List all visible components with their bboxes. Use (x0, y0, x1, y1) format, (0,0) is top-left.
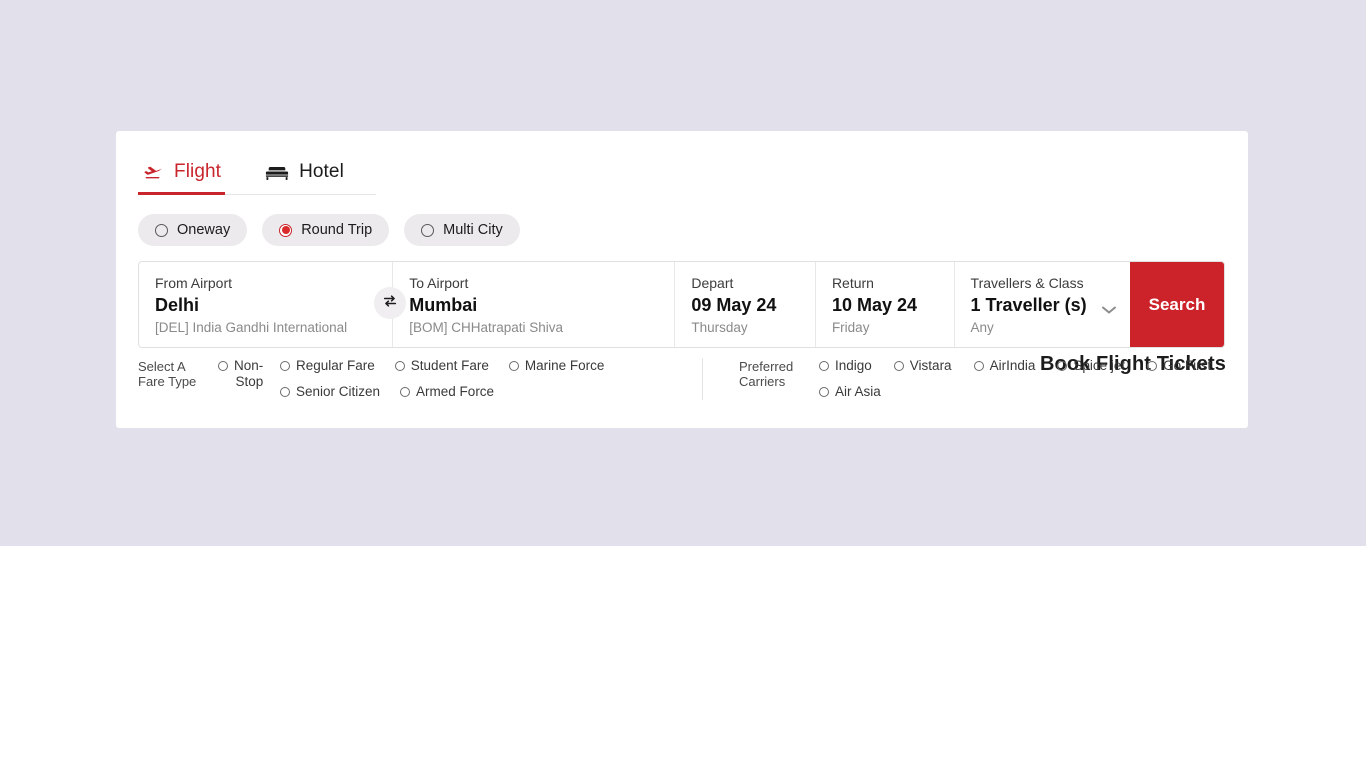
carrier-option-go-first[interactable]: Go First (1147, 358, 1211, 374)
swap-icon (382, 293, 398, 314)
to-airport-field[interactable]: To Airport Mumbai [BOM] CHHatrapati Shiv… (393, 262, 675, 347)
carrier-option-indigo[interactable]: Indigo (819, 358, 872, 374)
non-stop-option[interactable]: Non- Stop (200, 358, 268, 400)
carriers-title-line1: Preferred (739, 359, 805, 374)
flight-search-form: From Airport Delhi [DEL] India Gandhi In… (138, 261, 1225, 348)
chevron-down-icon[interactable] (1101, 302, 1117, 320)
tab-hotel[interactable]: Hotel (261, 161, 348, 194)
trip-type-selector: Oneway Round Trip Multi City (138, 214, 520, 246)
from-airport-code: [DEL] India Gandhi International (155, 319, 392, 337)
radio-unchecked-icon (218, 361, 228, 371)
from-airport-value: Delhi (155, 293, 392, 318)
radio-unchecked-icon (1147, 361, 1157, 371)
travel-class-value: Any (971, 319, 1130, 337)
radio-unchecked-icon (421, 224, 434, 237)
non-stop-line1: Non- (234, 358, 263, 373)
tab-flight-label: Flight (174, 161, 221, 183)
to-airport-value: Mumbai (409, 293, 674, 318)
radio-unchecked-icon (1057, 361, 1067, 371)
carrier-option-vistara[interactable]: Vistara (894, 358, 952, 374)
radio-unchecked-icon (819, 387, 829, 397)
preferred-carriers-group: Preferred Carriers Indigo Vistara AirInd… (703, 358, 1225, 400)
carrier-option-spicejet[interactable]: Spice jet (1057, 358, 1125, 374)
trip-type-round-trip[interactable]: Round Trip (262, 214, 389, 246)
fare-option-marine-force-label: Marine Force (525, 358, 605, 374)
radio-unchecked-icon (280, 361, 290, 371)
radio-unchecked-icon (974, 361, 984, 371)
return-date-weekday: Friday (832, 319, 954, 337)
depart-date-field[interactable]: Depart 09 May 24 Thursday (675, 262, 816, 347)
return-date-field[interactable]: Return 10 May 24 Friday (816, 262, 955, 347)
carrier-option-air-asia[interactable]: Air Asia (819, 384, 881, 400)
fare-option-marine-force[interactable]: Marine Force (509, 358, 605, 374)
from-airport-label: From Airport (155, 275, 392, 292)
fare-option-student[interactable]: Student Fare (395, 358, 489, 374)
app-viewport: Flight Hotel Book Flight Tickets (0, 0, 1366, 768)
tab-flight[interactable]: Flight (138, 161, 225, 194)
fare-type-group-title: Select A Fare Type (138, 358, 200, 400)
to-airport-code: [BOM] CHHatrapati Shiva (409, 319, 674, 337)
fare-type-title-line1: Select A (138, 359, 200, 374)
carrier-option-air-asia-label: Air Asia (835, 384, 881, 400)
fare-type-options: Regular Fare Student Fare Marine Force S… (268, 358, 694, 400)
carrier-option-airindia[interactable]: AirIndia (974, 358, 1036, 374)
carrier-option-indigo-label: Indigo (835, 358, 872, 374)
airplane-icon (142, 161, 164, 183)
depart-date-label: Depart (691, 275, 815, 292)
radio-unchecked-icon (155, 224, 168, 237)
radio-checked-icon (279, 224, 292, 237)
tab-bar: Flight Hotel (138, 145, 376, 195)
trip-type-multi-city[interactable]: Multi City (404, 214, 520, 246)
fare-option-regular[interactable]: Regular Fare (280, 358, 375, 374)
fare-option-student-label: Student Fare (411, 358, 489, 374)
fare-option-armed-force-label: Armed Force (416, 384, 494, 400)
return-date-value: 10 May 24 (832, 293, 954, 318)
fare-option-senior-citizen-label: Senior Citizen (296, 384, 380, 400)
carriers-title-line2: Carriers (739, 374, 805, 389)
from-airport-field[interactable]: From Airport Delhi [DEL] India Gandhi In… (139, 262, 393, 347)
radio-unchecked-icon (509, 361, 519, 371)
preferred-carriers-title: Preferred Carriers (739, 358, 805, 400)
travellers-class-field[interactable]: Travellers & Class 1 Traveller (s) Any (955, 262, 1130, 347)
fare-option-armed-force[interactable]: Armed Force (400, 384, 494, 400)
carrier-option-go-first-label: Go First (1163, 358, 1211, 374)
search-button[interactable]: Search (1130, 262, 1224, 347)
radio-unchecked-icon (894, 361, 904, 371)
depart-date-weekday: Thursday (691, 319, 815, 337)
radio-unchecked-icon (395, 361, 405, 371)
trip-type-oneway[interactable]: Oneway (138, 214, 247, 246)
radio-unchecked-icon (400, 387, 410, 397)
bed-icon (265, 162, 289, 182)
radio-unchecked-icon (280, 387, 290, 397)
trip-type-oneway-label: Oneway (177, 222, 230, 238)
carrier-option-airindia-label: AirIndia (990, 358, 1036, 374)
fare-options-row: Select A Fare Type Non- Stop Regular Far… (138, 358, 1225, 400)
trip-type-multi-city-label: Multi City (443, 222, 503, 238)
carrier-option-spicejet-label: Spice jet (1073, 358, 1125, 374)
travellers-class-label: Travellers & Class (971, 275, 1130, 292)
radio-unchecked-icon (819, 361, 829, 371)
trip-type-round-trip-label: Round Trip (301, 222, 372, 238)
fare-option-senior-citizen[interactable]: Senior Citizen (280, 384, 380, 400)
to-airport-label: To Airport (409, 275, 674, 292)
carrier-option-vistara-label: Vistara (910, 358, 952, 374)
fare-type-group: Select A Fare Type Non- Stop Regular Far… (138, 358, 703, 400)
carrier-options: Indigo Vistara AirIndia Spice jet Go Fir… (805, 358, 1225, 400)
depart-date-value: 09 May 24 (691, 293, 815, 318)
return-date-label: Return (832, 275, 954, 292)
tab-hotel-label: Hotel (299, 161, 344, 183)
fare-option-regular-label: Regular Fare (296, 358, 375, 374)
fare-type-title-line2: Fare Type (138, 374, 200, 389)
non-stop-label: Non- Stop (234, 358, 263, 390)
swap-airports-button[interactable] (374, 287, 406, 319)
non-stop-line2: Stop (235, 374, 263, 389)
